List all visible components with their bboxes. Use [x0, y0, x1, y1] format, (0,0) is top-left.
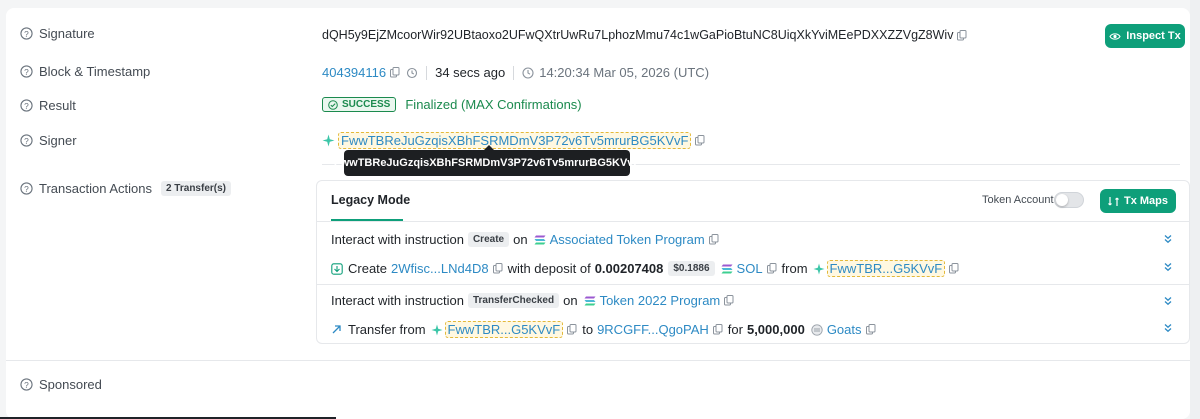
program-link[interactable]: Associated Token Program: [550, 232, 705, 247]
token-account-toggle[interactable]: [1054, 192, 1084, 208]
signer-label: Signer: [39, 133, 77, 148]
solana-icon: [584, 296, 596, 305]
history-icon[interactable]: [406, 67, 418, 79]
sponsored-label: Sponsored: [39, 377, 102, 392]
svg-text:?: ?: [24, 29, 29, 39]
signer-row: ? Signer: [20, 133, 77, 148]
chevron-double-down-icon[interactable]: [1163, 234, 1173, 244]
block-row: ? Block & Timestamp: [20, 64, 150, 79]
result-value-wrap: SUCCESS Finalized (MAX Confirmations): [322, 97, 582, 112]
sparkle-icon: [431, 324, 443, 335]
token-link[interactable]: Goats: [827, 322, 862, 337]
solana-icon: [534, 235, 546, 244]
instruction-row: Interact with instruction Create on Asso…: [331, 232, 719, 247]
solana-icon: [721, 264, 733, 273]
help-icon: ?: [20, 27, 33, 40]
signature-value: dQH5y9EjZMcoorWir92UBtaoxo2UFwQXtrUwRu7L…: [322, 28, 954, 42]
block-label: Block & Timestamp: [39, 64, 151, 79]
sparkle-icon: [322, 134, 335, 147]
to-address-link[interactable]: 9RCGFF...QgoPAH: [597, 322, 709, 337]
clock-icon: [522, 66, 534, 79]
sponsored-row: ? Sponsored: [20, 377, 102, 392]
svg-text:?: ?: [24, 136, 29, 146]
token-logo-icon: [811, 323, 823, 336]
tab-legacy-mode[interactable]: Legacy Mode: [331, 193, 410, 207]
transfer-count-badge: 2 Transfer(s): [160, 181, 231, 196]
from-address-link[interactable]: FwwTBR...G5KVvF: [444, 321, 564, 338]
svg-text:?: ?: [24, 67, 29, 77]
swap-icon: [1108, 196, 1119, 206]
chevron-double-down-icon[interactable]: [1163, 296, 1173, 306]
svg-text:?: ?: [24, 101, 29, 111]
copy-icon[interactable]: [695, 135, 705, 146]
block-value-wrap: 404394116 34 secs ago 14:20:34 Mar 05, 2…: [322, 65, 709, 80]
help-icon: ?: [20, 99, 33, 112]
help-icon: ?: [20, 378, 33, 391]
eye-icon: [1109, 32, 1121, 40]
from-address-link[interactable]: FwwTBR...G5KVvF: [826, 260, 946, 277]
help-icon: ?: [20, 65, 33, 78]
signer-address-link[interactable]: FwwTBReJuGzqisXBhFSRMDmV3P72v6Tv5mrurBG5…: [338, 132, 692, 149]
svg-text:?: ?: [24, 380, 29, 390]
actions-label: Transaction Actions: [39, 181, 152, 196]
token-link[interactable]: SOL: [737, 261, 763, 276]
status-badge: SUCCESS: [322, 97, 397, 112]
copy-icon[interactable]: [957, 29, 967, 41]
signature-value-wrap: dQH5y9EjZMcoorWir92UBtaoxo2UFwQXtrUwRu7L…: [322, 28, 967, 42]
svg-text:?: ?: [24, 184, 29, 194]
help-icon: ?: [20, 182, 33, 195]
inspect-tx-button[interactable]: Inspect Tx: [1105, 24, 1185, 48]
result-label: Result: [39, 98, 76, 113]
copy-icon[interactable]: [390, 67, 400, 78]
chevron-double-down-icon[interactable]: [1163, 262, 1173, 272]
create-icon: [331, 262, 343, 275]
instruction-detail-row: Create 2Wfisc...LNd4D8 with deposit of 0…: [331, 260, 959, 277]
sparkle-icon: [813, 263, 825, 274]
account-link[interactable]: 2Wfisc...LNd4D8: [391, 261, 489, 276]
scrollbar[interactable]: [1190, 0, 1200, 419]
transfer-amount: 5,000,000: [746, 322, 805, 337]
signature-row: ? Signature: [20, 26, 95, 41]
copy-icon[interactable]: [865, 324, 876, 335]
relative-time: 34 secs ago: [435, 65, 506, 80]
finality-text: Finalized (MAX Confirmations): [405, 97, 582, 112]
signer-address-tooltip: FwwTBReJuGzqisXBhFSRMDmV3P72v6Tv5mrurBG5…: [334, 145, 640, 176]
signer-value-wrap: FwwTBReJuGzqisXBhFSRMDmV3P72v6Tv5mrurBG5…: [322, 132, 705, 149]
block-number-link[interactable]: 404394116: [322, 65, 386, 80]
deposit-amount: 0.00207408: [594, 261, 664, 276]
copy-icon[interactable]: [766, 263, 777, 274]
instruction-detail-row: Transfer from FwwTBR...G5KVvF to 9RCGFF.…: [331, 321, 876, 338]
help-icon: ?: [20, 134, 33, 147]
actions-panel: Legacy Mode Token Account Tx Maps Intera…: [316, 180, 1190, 344]
copy-icon[interactable]: [949, 263, 959, 274]
arrow-up-right-icon: [332, 325, 341, 334]
copy-icon[interactable]: [724, 295, 734, 306]
instruction-row: Interact with instruction TransferChecke…: [331, 293, 734, 308]
instruction-tag: TransferChecked: [467, 293, 560, 308]
actions-row: ? Transaction Actions 2 Transfer(s): [20, 181, 231, 196]
tx-maps-button[interactable]: Tx Maps: [1100, 189, 1176, 213]
usd-value-badge: $0.1886: [668, 261, 715, 276]
copy-icon[interactable]: [567, 324, 577, 335]
signature-label: Signature: [39, 26, 95, 41]
copy-icon[interactable]: [708, 234, 719, 245]
token-account-label: Token Account: [982, 194, 1054, 206]
program-link[interactable]: Token 2022 Program: [600, 293, 721, 308]
copy-icon[interactable]: [712, 324, 723, 335]
timestamp: 14:20:34 Mar 05, 2026 (UTC): [539, 65, 710, 80]
chevron-double-down-icon[interactable]: [1163, 323, 1173, 333]
instruction-tag: Create: [467, 232, 510, 247]
check-circle-icon: [328, 99, 338, 110]
copy-icon[interactable]: [492, 263, 503, 274]
result-row: ? Result: [20, 98, 76, 113]
